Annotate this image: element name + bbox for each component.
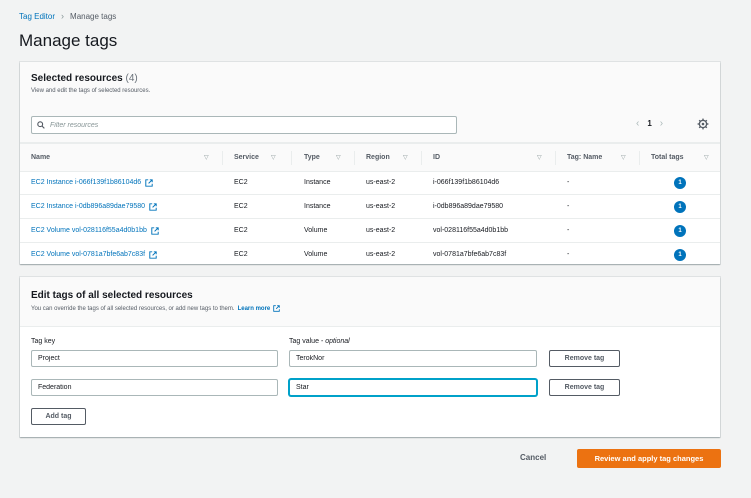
external-link-icon[interactable]	[149, 202, 157, 211]
external-link-icon[interactable]	[273, 305, 280, 312]
tag-key-input[interactable]	[31, 350, 278, 367]
id-cell: i-066f139f1b86104d6	[433, 179, 500, 186]
type-cell: Instance	[304, 203, 331, 210]
column-header-service[interactable]: Service	[234, 144, 259, 171]
total-tags-badge: 1	[674, 176, 686, 189]
column-divider	[291, 151, 292, 165]
cancel-button[interactable]: Cancel	[520, 453, 546, 462]
column-divider	[222, 151, 223, 165]
tag-value-label: Tag value - optional	[289, 338, 350, 345]
table-header: Name ▽ Service ▽ Type ▽ Region ▽ ID ▽ Ta…	[20, 143, 720, 172]
selected-resources-heading: Selected resources (4)	[31, 73, 138, 84]
tag-name-cell: -	[567, 203, 570, 210]
chevron-right-icon[interactable]: ›	[660, 118, 663, 129]
breadcrumb: Tag Editor › Manage tags	[19, 11, 116, 21]
service-cell: EC2	[234, 203, 248, 210]
total-tags-badge: 1	[674, 248, 686, 261]
tag-name-cell: -	[567, 179, 570, 186]
filter-resources-search[interactable]	[31, 116, 457, 134]
tag-name-cell: -	[567, 251, 570, 258]
region-cell: us-east-2	[366, 251, 396, 258]
review-apply-button[interactable]: Review and apply tag changes	[577, 449, 721, 468]
tag-key-input[interactable]	[31, 379, 278, 396]
sort-icon[interactable]: ▽	[271, 144, 276, 171]
service-cell: EC2	[234, 179, 248, 186]
total-tags-badge: 1	[674, 224, 686, 237]
column-header-type[interactable]: Type	[304, 144, 320, 171]
region-cell: us-east-2	[366, 227, 396, 234]
filter-resources-input[interactable]	[50, 121, 430, 129]
add-tag-button[interactable]: Add tag	[31, 408, 86, 425]
chevron-left-icon[interactable]: ‹	[636, 118, 639, 129]
column-divider	[421, 151, 422, 165]
type-cell: Volume	[304, 251, 328, 258]
resource-name-link[interactable]: EC2 Volume vol-028116f55a4d0b1bb	[31, 227, 147, 234]
type-cell: Volume	[304, 227, 328, 234]
service-cell: EC2	[234, 251, 248, 258]
page-title: Manage tags	[19, 31, 118, 50]
breadcrumb-current: Manage tags	[70, 11, 117, 21]
table-row: EC2 Volume vol-0781a7bfe6ab7c83f EC2 Vol…	[20, 243, 720, 266]
sort-icon[interactable]: ▽	[403, 144, 408, 171]
external-link-icon[interactable]	[151, 226, 159, 235]
column-divider	[354, 151, 355, 165]
tag-value-label-text: Tag value	[289, 338, 319, 345]
resource-name-link[interactable]: EC2 Instance i-0db896a89dae79580	[31, 203, 145, 210]
search-icon	[37, 121, 45, 129]
edit-tags-description: You can override the tags of all selecte…	[31, 305, 280, 312]
column-divider	[639, 151, 640, 165]
selected-resources-title: Selected resources	[31, 73, 123, 84]
edit-tags-description-text: You can override the tags of all selecte…	[31, 305, 235, 312]
total-tags-badge: 1	[674, 200, 686, 213]
resource-name-link[interactable]: EC2 Volume vol-0781a7bfe6ab7c83f	[31, 251, 145, 258]
external-link-icon[interactable]	[149, 250, 157, 259]
id-cell: vol-028116f55a4d0b1bb	[433, 227, 508, 234]
region-cell: us-east-2	[366, 203, 396, 210]
tag-key-label: Tag key	[31, 338, 56, 345]
gear-icon[interactable]	[697, 118, 709, 130]
table-row: EC2 Instance i-0db896a89dae79580 EC2 Ins…	[20, 195, 720, 219]
column-header-region[interactable]: Region	[366, 144, 390, 171]
column-header-id[interactable]: ID	[433, 144, 440, 171]
id-cell: vol-0781a7bfe6ab7c83f	[433, 251, 507, 258]
id-cell: i-0db896a89dae79580	[433, 203, 504, 210]
tag-value-input[interactable]	[289, 379, 537, 396]
column-header-tag-name[interactable]: Tag: Name	[567, 144, 602, 171]
optional-label: - optional	[318, 338, 350, 345]
resource-name-link[interactable]: EC2 Instance i-066f139f1b86104d6	[31, 179, 141, 186]
external-link-icon[interactable]	[145, 178, 153, 187]
breadcrumb-tag-editor-link[interactable]: Tag Editor	[19, 12, 55, 21]
column-header-total-tags[interactable]: Total tags	[651, 144, 684, 171]
table-row: EC2 Instance i-066f139f1b86104d6 EC2 Ins…	[20, 171, 720, 195]
edit-tags-header	[20, 277, 720, 327]
chevron-right-icon: ›	[61, 11, 65, 21]
remove-tag-button[interactable]: Remove tag	[549, 379, 620, 396]
sort-icon[interactable]: ▽	[537, 144, 542, 171]
service-cell: EC2	[234, 227, 248, 234]
type-cell: Instance	[304, 179, 331, 186]
sort-icon[interactable]: ▽	[336, 144, 341, 171]
page-number[interactable]: 1	[647, 119, 651, 128]
sort-icon[interactable]: ▽	[621, 144, 626, 171]
pagination: ‹ 1 ›	[636, 118, 663, 129]
remove-tag-button[interactable]: Remove tag	[549, 350, 620, 367]
tag-name-cell: -	[567, 227, 570, 234]
tag-value-input[interactable]	[289, 350, 537, 367]
edit-tags-heading: Edit tags of all selected resources	[31, 290, 193, 301]
table-row: EC2 Volume vol-028116f55a4d0b1bb EC2 Vol…	[20, 219, 720, 243]
region-cell: us-east-2	[366, 179, 396, 186]
column-divider	[555, 151, 556, 165]
column-header-name[interactable]: Name	[31, 144, 50, 171]
learn-more-link[interactable]: Learn more	[238, 306, 271, 312]
selected-resources-count: (4)	[125, 73, 138, 84]
sort-icon[interactable]: ▽	[204, 144, 209, 171]
selected-resources-description: View and edit the tags of selected resou…	[31, 88, 151, 94]
sort-icon[interactable]: ▽	[704, 144, 709, 171]
